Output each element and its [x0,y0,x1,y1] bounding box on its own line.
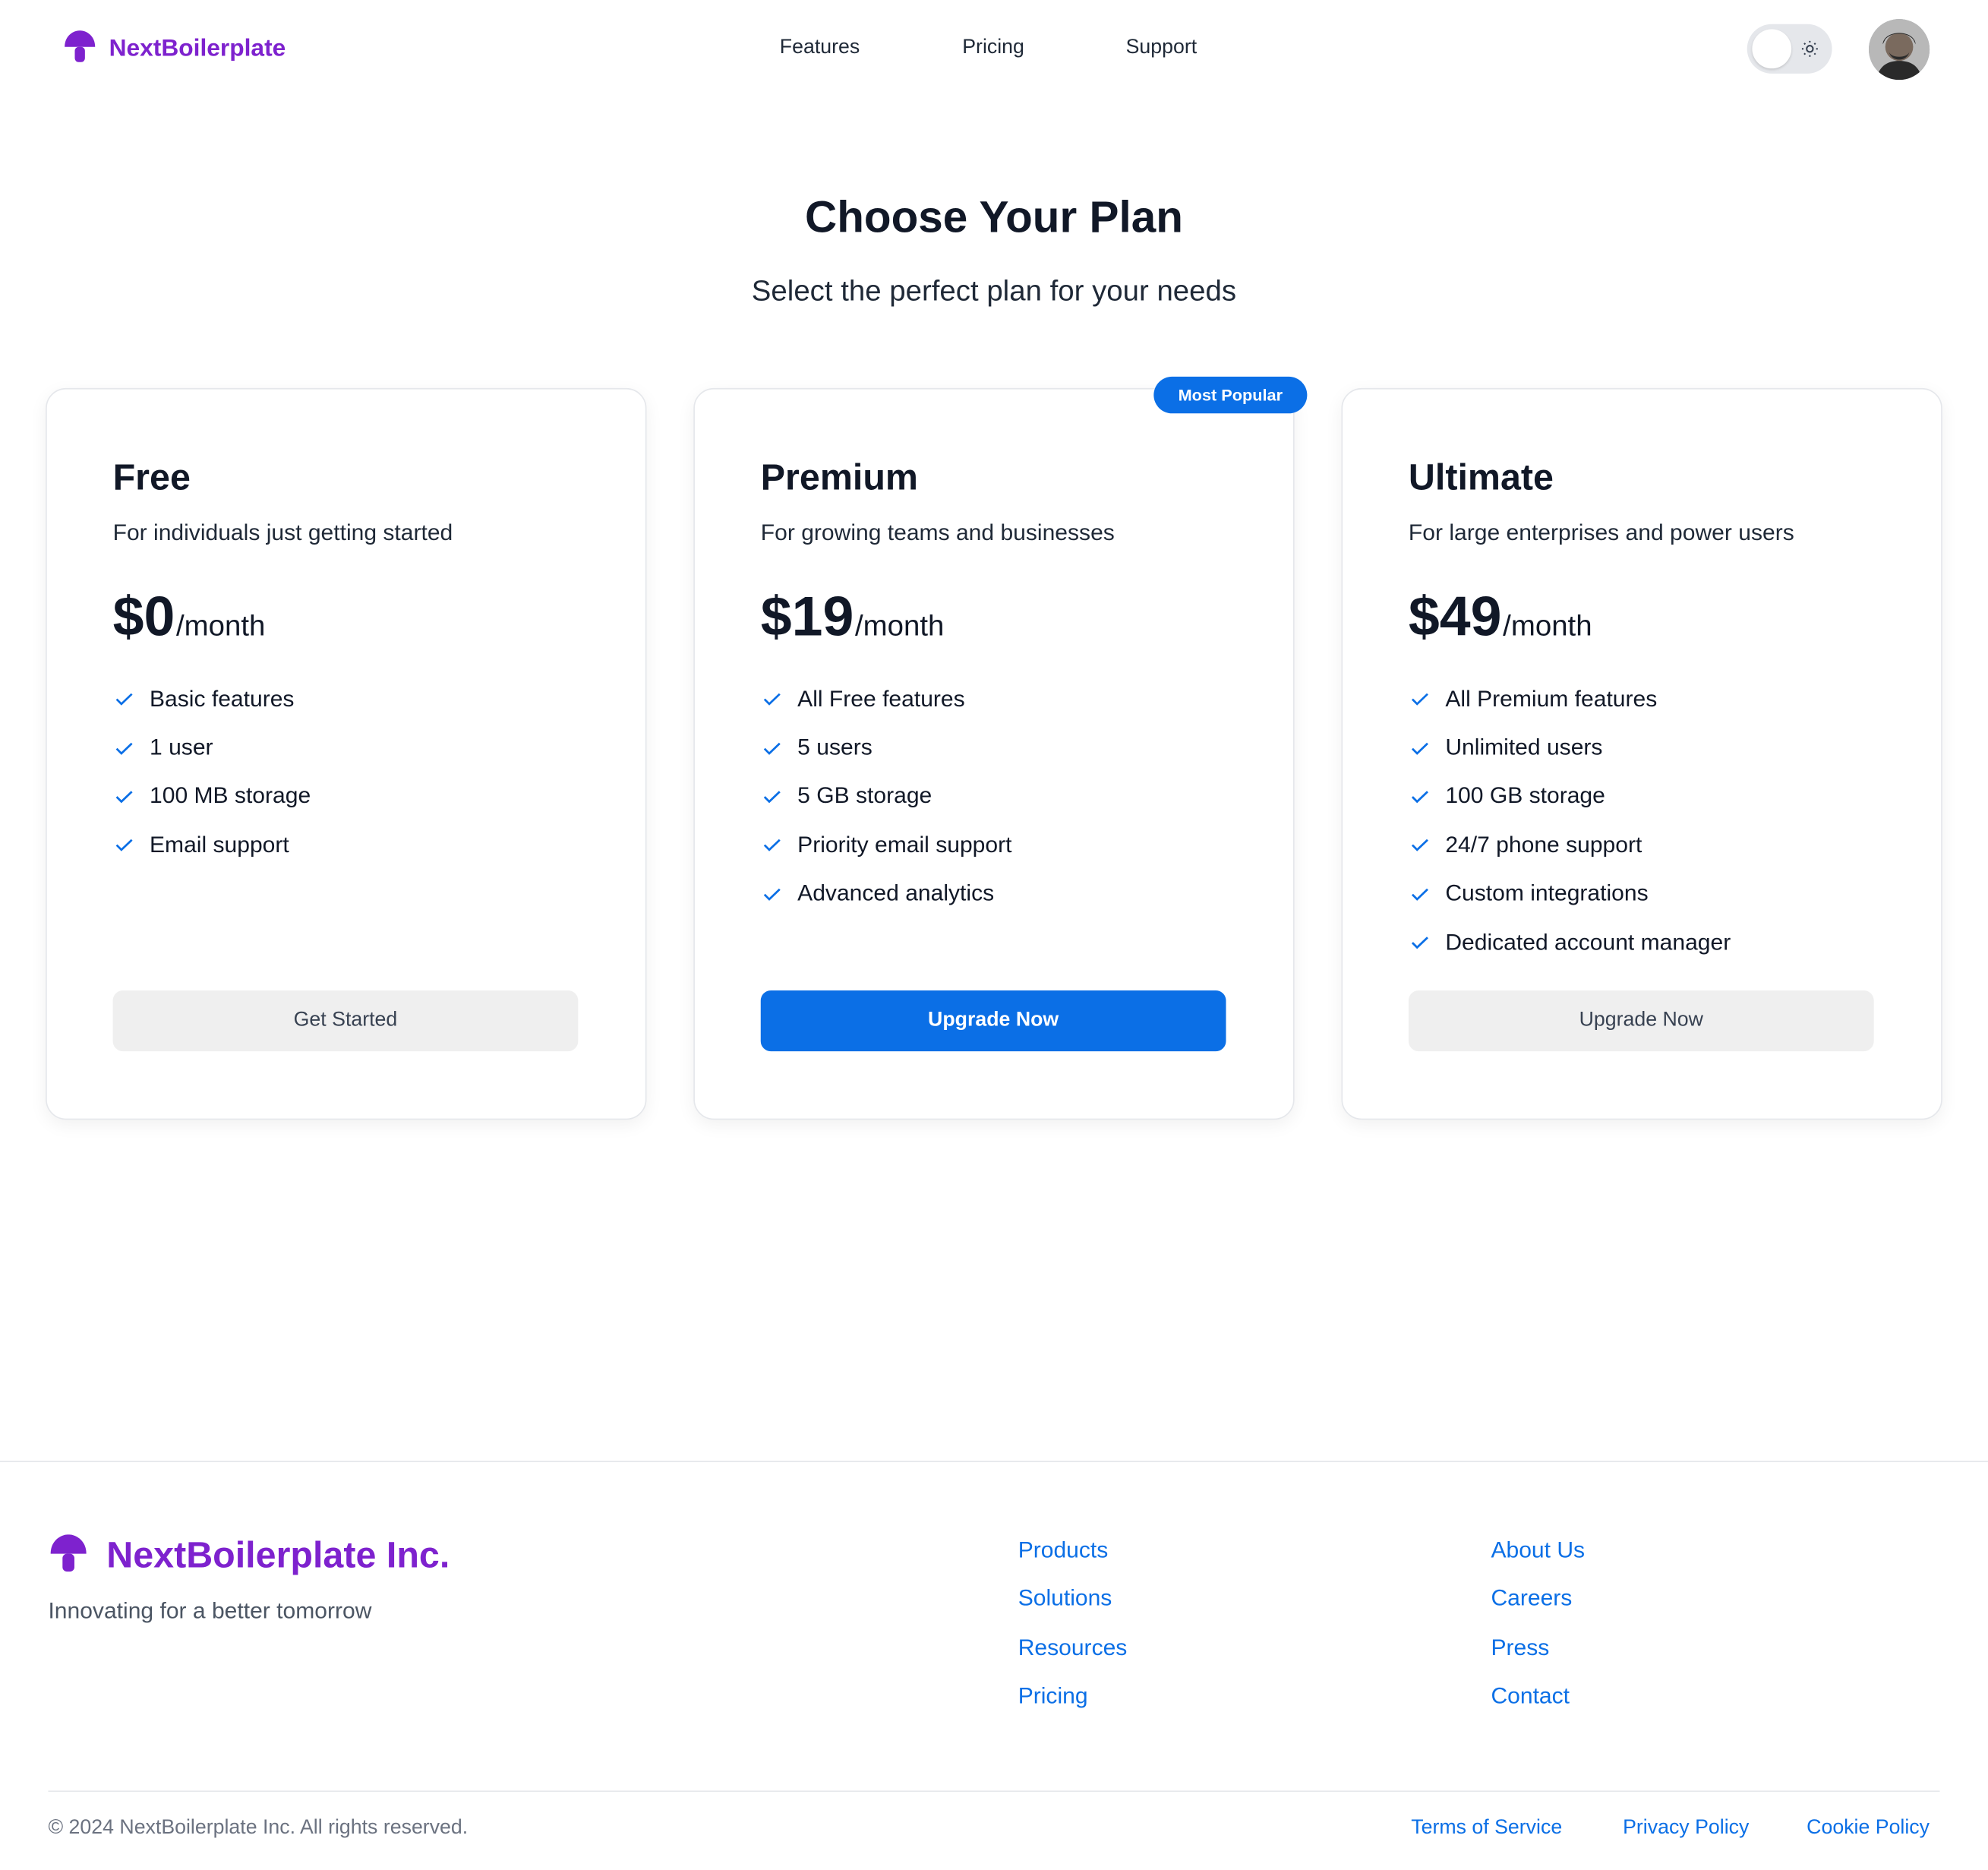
main-nav: Features Pricing Support [780,36,1197,59]
check-icon [761,883,784,905]
page-title: Choose Your Plan [805,192,1183,242]
check-icon [761,785,784,807]
feature-item: 24/7 phone support [1409,821,1731,870]
plan-price: $19 /month [761,586,945,649]
footer-brand-name: NextBoilerplate Inc. [106,1535,450,1576]
cookie-link[interactable]: Cookie Policy [1807,1818,1930,1840]
footer-link-careers[interactable]: Careers [1491,1586,1585,1635]
top-navbar: NextBoilerplate Features Pricing Support [0,0,1988,99]
plan-price: $49 /month [1409,586,1592,649]
feature-item: Basic features [113,674,311,723]
footer-links-product: Products Solutions Resources Pricing [1018,1537,1128,1732]
footer-tagline: Innovating for a better tomorrow [48,1597,372,1624]
most-popular-badge: Most Popular [1153,376,1308,414]
plan-name: Free [112,457,191,499]
feature-item: 1 user [113,723,311,772]
privacy-link[interactable]: Privacy Policy [1623,1818,1749,1840]
footer-link-resources[interactable]: Resources [1018,1635,1128,1683]
theme-toggle[interactable] [1747,24,1832,74]
footer-brand: NextBoilerplate Inc. [48,1534,450,1578]
footer-link-pricing[interactable]: Pricing [1018,1683,1128,1732]
footer-link-products[interactable]: Products [1018,1537,1128,1586]
feature-list: All Free features 5 users 5 GB storage P… [761,674,1012,918]
footer-link-solutions[interactable]: Solutions [1018,1586,1128,1635]
plan-name: Premium [760,457,918,499]
plan-card-free: Free For individuals just getting starte… [46,387,647,1120]
price-period: /month [175,608,266,642]
check-icon [113,687,136,710]
plan-name: Ultimate [1408,457,1554,499]
plan-card-premium: Premium For growing teams and businesses… [693,387,1295,1120]
feature-item: Email support [113,821,311,870]
avatar-photo [1868,19,1930,81]
feature-list: Basic features 1 user 100 MB storage Ema… [113,674,311,869]
mushroom-logo-icon [50,1534,87,1572]
nav-features[interactable]: Features [780,36,962,59]
feature-item: 5 users [761,723,1012,772]
plan-price: $0 /month [113,586,266,649]
brand-name: NextBoilerplate [109,34,286,62]
upgrade-premium-button[interactable]: Upgrade Now [760,990,1226,1052]
plan-description: For individuals just getting started [112,520,453,545]
footer-link-press[interactable]: Press [1491,1635,1585,1683]
check-icon [1409,834,1431,857]
nav-pricing[interactable]: Pricing [962,36,1125,59]
toggle-knob [1752,29,1792,69]
get-started-button[interactable]: Get Started [112,990,579,1052]
feature-item: 100 MB storage [113,772,311,820]
feature-item: All Free features [761,674,1012,723]
feature-item: 100 GB storage [1409,772,1731,820]
check-icon [113,736,136,759]
check-icon [1409,883,1431,905]
price-amount: $19 [760,586,854,649]
feature-item: Dedicated account manager [1409,918,1731,967]
feature-list: All Premium features Unlimited users 100… [1409,674,1731,967]
footer-divider [0,1461,1988,1463]
page-subtitle: Select the perfect plan for your needs [751,273,1237,308]
price-amount: $49 [1408,586,1502,649]
plan-card-ultimate: Ultimate For large enterprises and power… [1341,387,1942,1120]
feature-item: All Premium features [1409,674,1731,723]
check-icon [1409,785,1431,807]
brand-link[interactable]: NextBoilerplate [63,30,286,67]
footer-link-about[interactable]: About Us [1491,1537,1585,1586]
price-period: /month [1503,608,1592,642]
check-icon [761,834,784,857]
price-amount: $0 [112,586,175,649]
feature-item: Unlimited users [1409,723,1731,772]
check-icon [761,736,784,759]
nav-support[interactable]: Support [1126,36,1198,59]
check-icon [113,785,136,807]
check-icon [1409,687,1431,710]
feature-item: Custom integrations [1409,870,1731,918]
user-avatar[interactable] [1868,19,1930,81]
check-icon [1409,736,1431,759]
plan-description: For large enterprises and power users [1408,520,1794,545]
footer-bottom-divider [48,1790,1940,1793]
copyright-text: © 2024 NextBoilerplate Inc. All rights r… [48,1817,469,1839]
terms-link[interactable]: Terms of Service [1411,1818,1562,1840]
check-icon [1409,931,1431,954]
check-icon [761,687,784,710]
plan-description: For growing teams and businesses [760,520,1115,545]
feature-item: Advanced analytics [761,870,1012,918]
footer-links-company: About Us Careers Press Contact [1491,1537,1585,1732]
check-icon [113,834,136,857]
feature-item: 5 GB storage [761,772,1012,820]
feature-item: Priority email support [761,821,1011,870]
footer-link-contact[interactable]: Contact [1491,1683,1585,1732]
upgrade-ultimate-button[interactable]: Upgrade Now [1408,990,1874,1052]
sun-icon [1801,40,1818,57]
price-period: /month [855,608,945,642]
mushroom-logo-icon [65,30,96,62]
